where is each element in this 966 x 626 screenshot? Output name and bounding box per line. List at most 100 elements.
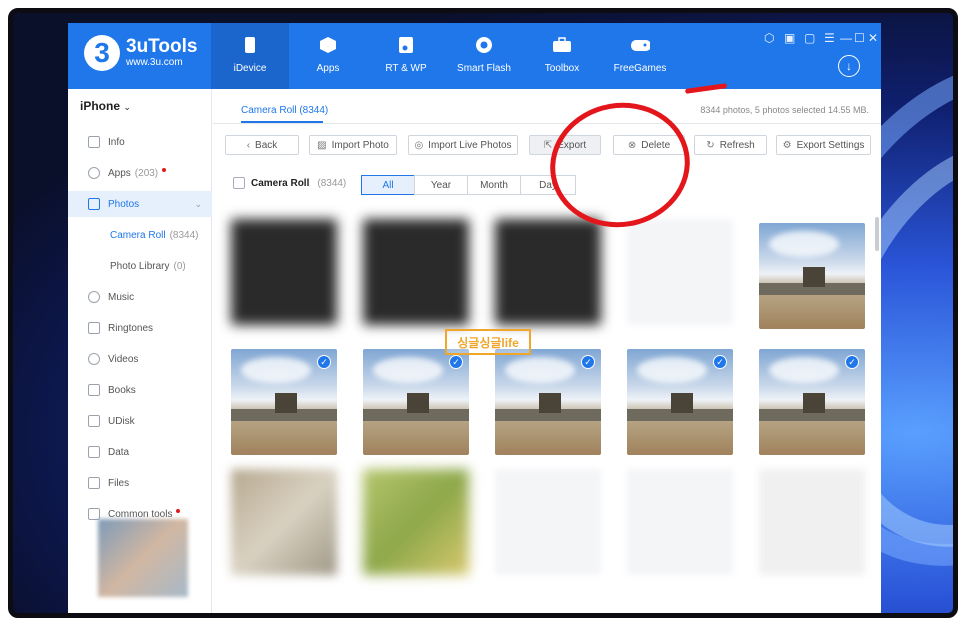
delete-icon: ⊗: [627, 139, 637, 151]
sidebar-item-label: Common tools: [108, 508, 173, 520]
book-icon: [88, 384, 100, 396]
sidebar-item-camera-roll[interactable]: Camera Roll (8344): [68, 222, 212, 248]
button-label: Import Photo: [331, 139, 389, 151]
sidebar-item-udisk[interactable]: UDisk: [68, 408, 212, 434]
photo-thumbnail[interactable]: [627, 469, 733, 575]
filter-label: Day: [539, 179, 557, 191]
feedback-icon[interactable]: ▣: [784, 31, 795, 45]
back-button[interactable]: ‹ Back: [225, 135, 299, 155]
check-icon[interactable]: ✓: [713, 355, 727, 369]
nav-rt-wp[interactable]: RT & WP: [367, 23, 445, 89]
sidebar-item-files[interactable]: Files: [68, 470, 212, 496]
nav-freegames[interactable]: FreeGames: [601, 23, 679, 89]
settings-icon[interactable]: ▢: [804, 31, 815, 45]
import-live-photos-button[interactable]: ◎ Import Live Photos: [408, 135, 518, 155]
divider: [213, 123, 881, 124]
menu-icon[interactable]: ☰: [824, 31, 835, 45]
nav-idevice[interactable]: iDevice: [211, 23, 289, 89]
skin-icon[interactable]: ⬡: [764, 31, 774, 45]
chevron-down-icon: ⌄: [194, 198, 202, 209]
device-name: iPhone: [80, 99, 121, 113]
nav-apps[interactable]: Apps: [289, 23, 367, 89]
button-label: Export Settings: [796, 139, 865, 151]
download-icon[interactable]: ↓: [838, 55, 860, 77]
sidebar-item-label: Apps: [108, 167, 131, 179]
data-icon: [88, 446, 100, 458]
nav-toolbox[interactable]: Toolbox: [523, 23, 601, 89]
sidebar-item-books[interactable]: Books: [68, 377, 212, 403]
photo-thumbnail-selected[interactable]: ✓: [231, 349, 337, 455]
sidebar-item-label: Music: [108, 291, 135, 303]
nav-label: Apps: [316, 63, 340, 74]
sidebar-item-label: Files: [108, 477, 130, 489]
breadcrumb[interactable]: Camera Roll (8344): [241, 105, 328, 116]
export-settings-button[interactable]: ⚙ Export Settings: [776, 135, 871, 155]
photo-thumbnail[interactable]: [495, 219, 601, 325]
sidebar-item-data[interactable]: Data: [68, 439, 212, 465]
photo-thumbnail[interactable]: [363, 469, 469, 575]
sidebar-item-ringtones[interactable]: Ringtones: [68, 315, 212, 341]
photo-thumbnail-selected[interactable]: ✓: [495, 349, 601, 455]
sidebar-item-photo-library[interactable]: Photo Library (0): [68, 253, 212, 279]
button-label: Refresh: [719, 139, 755, 151]
notification-dot: [176, 509, 181, 513]
gamepad-icon: [630, 35, 650, 55]
sidebar-item-photos[interactable]: Photos ⌄: [68, 191, 212, 217]
button-label: Export: [557, 139, 587, 151]
scrollbar[interactable]: [875, 217, 879, 251]
nav-label: iDevice: [233, 63, 267, 74]
export-button[interactable]: ⇱ Export: [529, 135, 601, 155]
nav-smart-flash[interactable]: Smart Flash: [445, 23, 523, 89]
watermark-stamp: 싱글싱글life: [445, 329, 531, 355]
selection-label: Camera Roll: [251, 177, 310, 189]
select-all-checkbox[interactable]: [233, 177, 245, 189]
device-selector[interactable]: iPhone ⌄: [80, 99, 131, 113]
photo-thumbnail-selected[interactable]: ✓: [627, 349, 733, 455]
nav-label: RT & WP: [385, 63, 427, 74]
minimize-icon[interactable]: —: [840, 31, 852, 45]
selection-count: (8344): [317, 177, 347, 189]
sidebar-item-label: Info: [108, 136, 125, 148]
check-icon[interactable]: ✓: [449, 355, 463, 369]
sidebar: iPhone ⌄ Info Apps (203) Photos ⌄ Camera…: [68, 89, 212, 613]
camera-roll-count: (8344): [169, 229, 199, 241]
filter-all[interactable]: All: [361, 175, 415, 195]
filter-label: All: [382, 179, 394, 191]
maximize-icon[interactable]: ☐: [854, 31, 865, 45]
delete-button[interactable]: ⊗ Delete: [613, 135, 685, 155]
sidebar-item-videos[interactable]: Videos: [68, 346, 212, 372]
photo-thumbnail[interactable]: [231, 219, 337, 325]
button-label: Import Live Photos: [428, 139, 512, 151]
photo-thumbnail-selected[interactable]: ✓: [363, 349, 469, 455]
check-icon[interactable]: ✓: [845, 355, 859, 369]
filter-year[interactable]: Year: [414, 175, 468, 195]
photo-icon: [88, 198, 100, 210]
photo-thumbnail-selected[interactable]: ✓: [759, 349, 865, 455]
sidebar-item-label: Photos: [108, 198, 140, 210]
close-icon[interactable]: ✕: [868, 31, 878, 45]
photo-thumbnail[interactable]: [495, 469, 601, 575]
check-icon[interactable]: ✓: [581, 355, 595, 369]
refresh-button[interactable]: ↻ Refresh: [694, 135, 767, 155]
photo-thumbnail[interactable]: [627, 219, 733, 325]
chevron-left-icon: ‹: [246, 139, 251, 151]
sidebar-item-label: Camera Roll: [110, 229, 166, 241]
select-all-row[interactable]: Camera Roll (8344): [233, 177, 346, 189]
check-icon[interactable]: ✓: [317, 355, 331, 369]
sidebar-item-info[interactable]: Info: [68, 129, 212, 155]
photo-thumbnail[interactable]: [759, 223, 865, 329]
sidebar-item-apps[interactable]: Apps (203): [68, 160, 212, 186]
sidebar-item-music[interactable]: Music: [68, 284, 212, 310]
image-icon: ▨: [317, 139, 327, 151]
import-photo-button[interactable]: ▨ Import Photo: [309, 135, 397, 155]
sidebar-item-label: Videos: [108, 353, 139, 365]
sidebar-item-label: Ringtones: [108, 322, 154, 334]
photo-thumbnail[interactable]: [759, 469, 865, 575]
notification-dot: [162, 168, 167, 172]
filter-day[interactable]: Day: [520, 175, 576, 195]
photo-thumbnail[interactable]: [231, 469, 337, 575]
photo-thumbnail[interactable]: [363, 219, 469, 325]
filter-month[interactable]: Month: [467, 175, 521, 195]
apps-count: (203): [134, 167, 159, 179]
nav-label: FreeGames: [613, 63, 667, 74]
